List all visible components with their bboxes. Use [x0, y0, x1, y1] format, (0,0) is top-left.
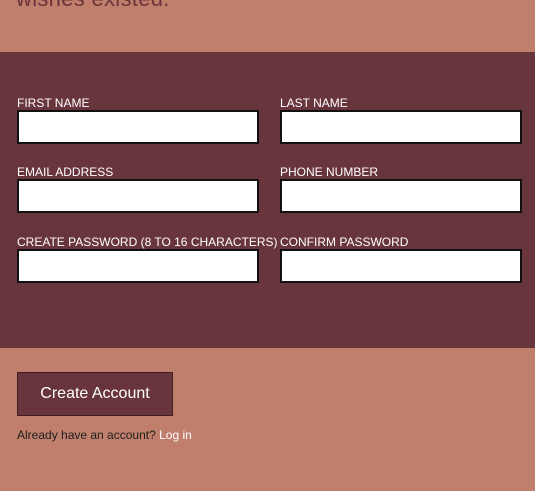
password-group: CREATE PASSWORD (8 TO 16 CHARACTERS): [17, 235, 278, 283]
email-label: EMAIL ADDRESS: [17, 165, 114, 179]
create-account-button[interactable]: Create Account: [17, 372, 173, 416]
last-name-group: LAST NAME: [280, 96, 522, 144]
phone-input[interactable]: [280, 179, 522, 213]
email-group: EMAIL ADDRESS: [17, 165, 259, 213]
confirm-password-input[interactable]: [280, 249, 522, 283]
email-input[interactable]: [17, 179, 259, 213]
signup-form: FIRST NAME LAST NAME EMAIL ADDRESS PHONE…: [0, 52, 535, 348]
form-actions: Create Account Already have an account? …: [0, 348, 535, 491]
login-link[interactable]: Log in: [159, 428, 192, 442]
first-name-group: FIRST NAME: [17, 96, 259, 144]
phone-label: PHONE NUMBER: [280, 165, 379, 179]
confirm-password-label: CONFIRM PASSWORD: [280, 235, 409, 249]
phone-group: PHONE NUMBER: [280, 165, 522, 213]
password-label: CREATE PASSWORD (8 TO 16 CHARACTERS): [17, 235, 278, 249]
last-name-input[interactable]: [280, 110, 522, 144]
confirm-password-group: CONFIRM PASSWORD: [280, 235, 522, 283]
last-name-label: LAST NAME: [280, 96, 348, 110]
first-name-input[interactable]: [17, 110, 259, 144]
login-prompt-line: Already have an account? Log in: [17, 428, 192, 442]
signup-page: wishes existed. FIRST NAME LAST NAME EMA…: [0, 0, 535, 491]
intro-text: wishes existed.: [16, 0, 170, 12]
first-name-label: FIRST NAME: [17, 96, 90, 110]
login-prompt-text: Already have an account?: [17, 428, 156, 442]
password-input[interactable]: [17, 249, 259, 283]
intro-section: wishes existed.: [0, 0, 535, 52]
